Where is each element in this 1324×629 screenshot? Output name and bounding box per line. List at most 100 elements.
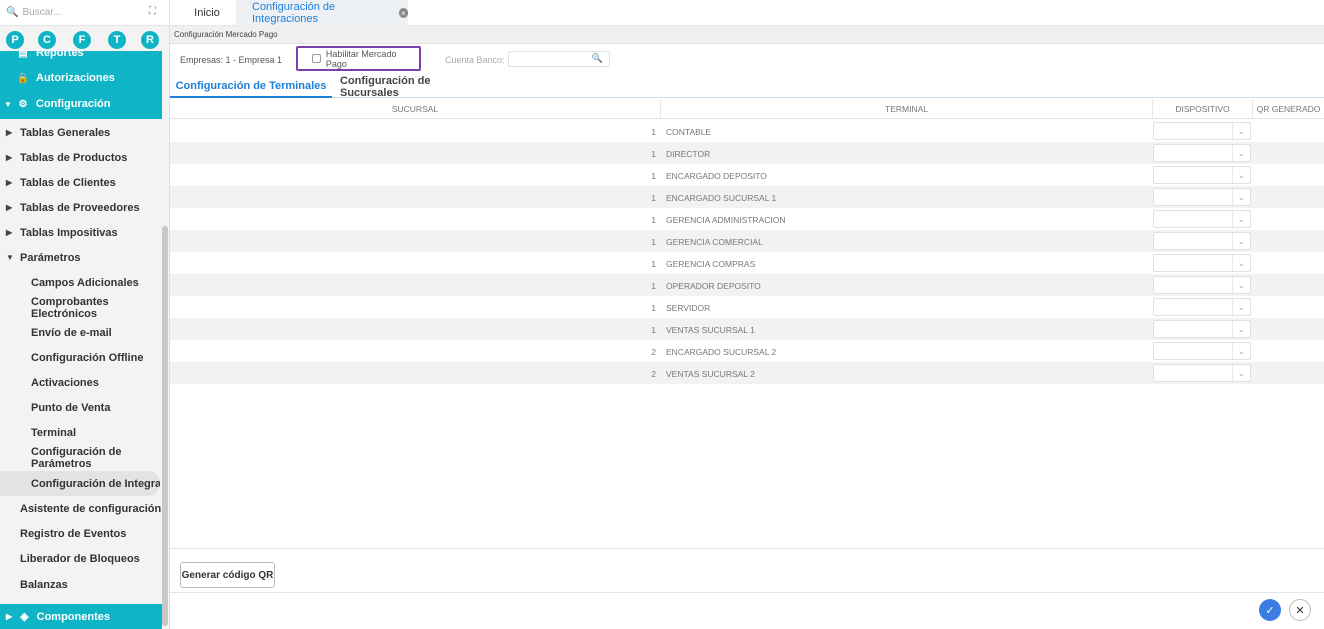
cell-sucursal: 1 [651, 259, 656, 269]
table-row[interactable]: 2 ENCARGADO SUCURSAL 2 ⌄ [170, 340, 1324, 362]
chevron-down-icon[interactable]: ⌄ [1232, 321, 1250, 337]
dispositivo-select[interactable]: ⌄ [1153, 210, 1251, 228]
expand-icon[interactable]: ⛶ [149, 6, 156, 17]
sidebar-item-autorizaciones[interactable]: 🔒 Autorizaciones [0, 67, 162, 89]
table-row[interactable]: 1 VENTAS SUCURSAL 1 ⌄ [170, 318, 1324, 340]
table-row[interactable]: 1 DIRECTOR ⌄ [170, 142, 1324, 164]
caret-right-icon: ▶ [6, 178, 13, 187]
table-row[interactable]: 1 CONTABLE ⌄ [170, 120, 1324, 142]
sidebar-item-componentes[interactable]: ▶ ◈ Componentes [0, 604, 162, 629]
caret-right-icon: ▶ [6, 128, 13, 137]
sidebar-item-tablas-generales[interactable]: ▶ Tablas Generales [0, 120, 162, 145]
dispositivo-select[interactable]: ⌄ [1153, 254, 1251, 272]
cell-sucursal: 1 [651, 303, 656, 313]
dispositivo-select[interactable]: ⌄ [1153, 188, 1251, 206]
sidebar-item-comprobantes[interactable]: Comprobantes Electrónicos [0, 295, 162, 320]
dispositivo-select[interactable]: ⌄ [1153, 276, 1251, 294]
sidebar-item-terminal[interactable]: Terminal [0, 420, 162, 445]
sidebar-item-campos-adicionales[interactable]: Campos Adicionales [0, 270, 162, 295]
dispositivo-select[interactable]: ⌄ [1153, 342, 1251, 360]
table-row[interactable]: 1 GERENCIA ADMINISTRACION ⌄ [170, 208, 1324, 230]
cell-terminal: VENTAS SUCURSAL 2 [666, 369, 755, 379]
cell-sucursal: 2 [651, 347, 656, 357]
sidebar-item-envio-email[interactable]: Envío de e-mail [0, 320, 162, 345]
chevron-down-icon[interactable]: ⌄ [1232, 167, 1250, 183]
sidebar-item-configuracion-offline[interactable]: Configuración Offline [0, 345, 162, 370]
sidebar-item-tablas-impositivas[interactable]: ▶ Tablas Impositivas [0, 220, 162, 245]
chevron-down-icon[interactable]: ⌄ [1232, 123, 1250, 139]
table-row[interactable]: 1 OPERADOR DEPOSITO ⌄ [170, 274, 1324, 296]
cell-terminal: OPERADOR DEPOSITO [666, 281, 761, 291]
sidebar-item-configuracion-parametros[interactable]: Configuración de Parámetros [0, 445, 162, 470]
table-row[interactable]: 1 ENCARGADO SUCURSAL 1 ⌄ [170, 186, 1324, 208]
sidebar-item-label: Tablas de Productos [20, 151, 128, 164]
dispositivo-select[interactable]: ⌄ [1153, 232, 1251, 250]
habilitar-mercado-pago-checkbox[interactable]: Habilitar Mercado Pago [296, 46, 421, 71]
search-icon[interactable]: 🔍 [592, 53, 603, 64]
sidebar-item-configuracion[interactable]: ▼ ⚙ Configuración [0, 93, 162, 115]
dispositivo-select[interactable]: ⌄ [1153, 364, 1251, 382]
dispositivo-select[interactable]: ⌄ [1153, 166, 1251, 184]
tab-configuracion-terminales[interactable]: Configuración de Terminales [170, 76, 332, 98]
sidebar-item-tablas-proveedores[interactable]: ▶ Tablas de Proveedores [0, 195, 162, 220]
column-header-terminal[interactable]: TERMINAL [661, 99, 1153, 119]
filter-row: Empresas: 1 - Empresa 1 Habilitar Mercad… [170, 44, 1324, 74]
confirm-button[interactable]: ✓ [1259, 599, 1281, 621]
tab-inicio[interactable]: Inicio [178, 0, 236, 26]
column-header-dispositivo[interactable]: DISPOSITIVO [1153, 99, 1253, 119]
column-header-sucursal[interactable]: SUCURSAL [170, 99, 661, 119]
chevron-down-icon[interactable]: ⌄ [1232, 343, 1250, 359]
sidebar-item-activaciones[interactable]: Activaciones [0, 370, 162, 395]
sidebar-item-tablas-clientes[interactable]: ▶ Tablas de Clientes [0, 170, 162, 195]
sidebar-item-registro-eventos[interactable]: Registro de Eventos [0, 521, 162, 546]
caret-right-icon: ▶ [6, 203, 13, 212]
dispositivo-select[interactable]: ⌄ [1153, 320, 1251, 338]
sidebar-item-asistente[interactable]: Asistente de configuración [0, 496, 162, 521]
dispositivo-select[interactable]: ⌄ [1153, 144, 1251, 162]
sidebar-item-label: Liberador de Bloqueos [20, 552, 140, 565]
table-row[interactable]: 1 GERENCIA COMERCIAL ⌄ [170, 230, 1324, 252]
chevron-down-icon[interactable]: ⌄ [1232, 233, 1250, 249]
column-header-qr-generado[interactable]: QR GENERADO [1253, 99, 1324, 119]
table-row[interactable]: 1 SERVIDOR ⌄ [170, 296, 1324, 318]
sidebar-item-parametros[interactable]: ▼ Parámetros [0, 245, 162, 270]
generate-qr-button[interactable]: Generar código QR [180, 562, 275, 588]
sidebar-item-punto-venta[interactable]: Punto de Venta [0, 395, 162, 420]
caret-right-icon: ▶ [6, 612, 13, 621]
tab-configuracion-sucursales[interactable]: Configuración de Sucursales [340, 75, 492, 99]
sidebar-item-liberador[interactable]: Liberador de Bloqueos [0, 546, 162, 571]
sidebar-search[interactable]: 🔍 Buscar... ⛶ [0, 0, 169, 26]
chevron-down-icon[interactable]: ⌄ [1232, 211, 1250, 227]
table-row[interactable]: 1 GERENCIA COMPRAS ⌄ [170, 252, 1324, 274]
chevron-down-icon[interactable]: ⌄ [1232, 299, 1250, 315]
search-input[interactable]: Buscar... [22, 7, 61, 18]
cell-terminal: ENCARGADO SUCURSAL 1 [666, 193, 777, 203]
sidebar-item-balanzas[interactable]: Balanzas [0, 572, 162, 597]
sidebar-item-reportes[interactable]: ▤ Reportes [0, 45, 162, 61]
dispositivo-select[interactable]: ⌄ [1153, 122, 1251, 140]
sidebar-item-configuracion-integraciones[interactable]: Configuración de Integraciones [0, 471, 160, 496]
divider [170, 548, 1324, 549]
sidebar-item-label: Parámetros [20, 251, 81, 264]
chevron-down-icon[interactable]: ⌄ [1232, 365, 1250, 381]
dispositivo-select[interactable]: ⌄ [1153, 298, 1251, 316]
sidebar-item-tablas-productos[interactable]: ▶ Tablas de Productos [0, 145, 162, 170]
sidebar-item-label: Tablas de Proveedores [20, 201, 140, 214]
cancel-button[interactable]: ✕ [1289, 599, 1311, 621]
chevron-down-icon[interactable]: ⌄ [1232, 277, 1250, 293]
table-row[interactable]: 1 ENCARGADO DEPOSITO ⌄ [170, 164, 1324, 186]
checkbox-icon[interactable] [312, 54, 321, 63]
tab-configuracion-integraciones[interactable]: Configuración de Integraciones × [236, 0, 408, 26]
cuenta-banco-input[interactable]: 🔍 [508, 51, 610, 67]
cuenta-banco-label: Cuenta Banco: [445, 55, 505, 65]
sidebar-item-label: Campos Adicionales [31, 276, 139, 289]
close-tab-icon[interactable]: × [398, 8, 408, 18]
chevron-down-icon[interactable]: ⌄ [1232, 189, 1250, 205]
chevron-down-icon[interactable]: ⌄ [1232, 255, 1250, 271]
caret-right-icon: ▶ [6, 153, 13, 162]
sidebar-scrollbar[interactable] [162, 226, 168, 626]
table-row[interactable]: 2 VENTAS SUCURSAL 2 ⌄ [170, 362, 1324, 384]
sidebar-item-label: Activaciones [31, 376, 99, 389]
chevron-down-icon[interactable]: ⌄ [1232, 145, 1250, 161]
cell-sucursal: 1 [651, 325, 656, 335]
